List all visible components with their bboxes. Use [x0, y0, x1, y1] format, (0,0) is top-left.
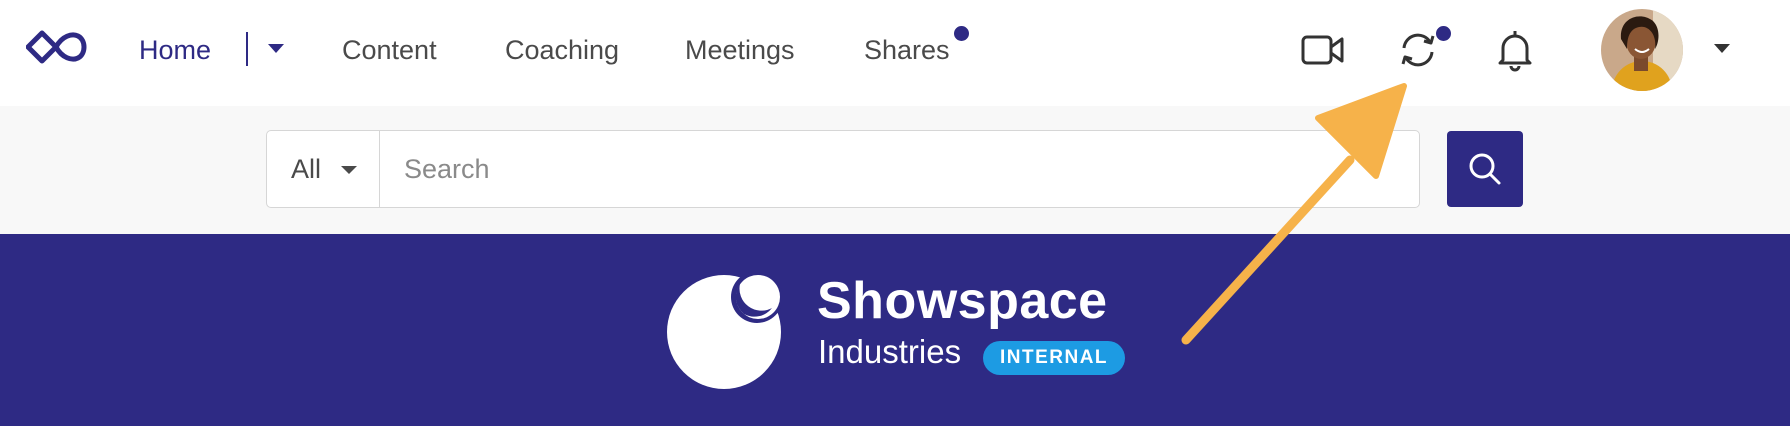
nav-coaching[interactable]: Coaching — [505, 34, 619, 66]
search-input[interactable] — [380, 131, 1419, 207]
search-scope-dropdown[interactable]: All — [267, 131, 380, 207]
search-icon — [1469, 153, 1501, 185]
search-box: All — [266, 130, 1420, 208]
search-button[interactable] — [1447, 131, 1523, 207]
bell-icon[interactable] — [1493, 28, 1537, 72]
top-navigation-bar: Home Content Coaching Meetings Shares — [0, 0, 1790, 106]
video-camera-icon[interactable] — [1301, 28, 1345, 72]
search-scope-label: All — [291, 154, 322, 184]
company-banner: Showspace Industries INTERNAL — [0, 234, 1790, 426]
chevron-down-icon — [341, 166, 357, 174]
brand-subtitle: Industries — [818, 333, 962, 370]
shares-notification-dot — [954, 26, 969, 41]
showspace-logo-icon — [667, 271, 783, 389]
sync-notification-dot — [1436, 26, 1451, 41]
internal-badge: INTERNAL — [983, 341, 1125, 375]
nav-home[interactable]: Home — [139, 34, 211, 66]
nav-shares[interactable]: Shares — [864, 34, 950, 66]
nav-divider — [246, 32, 248, 66]
account-dropdown-caret[interactable] — [1714, 44, 1730, 53]
user-avatar[interactable] — [1601, 9, 1683, 91]
search-band: All — [0, 106, 1790, 234]
sync-icon[interactable] — [1396, 28, 1440, 72]
infinity-logo-icon[interactable] — [26, 28, 92, 66]
home-dropdown-caret[interactable] — [268, 44, 284, 53]
brand-name: Showspace — [817, 272, 1108, 330]
nav-meetings[interactable]: Meetings — [685, 34, 795, 66]
nav-content[interactable]: Content — [342, 34, 437, 66]
